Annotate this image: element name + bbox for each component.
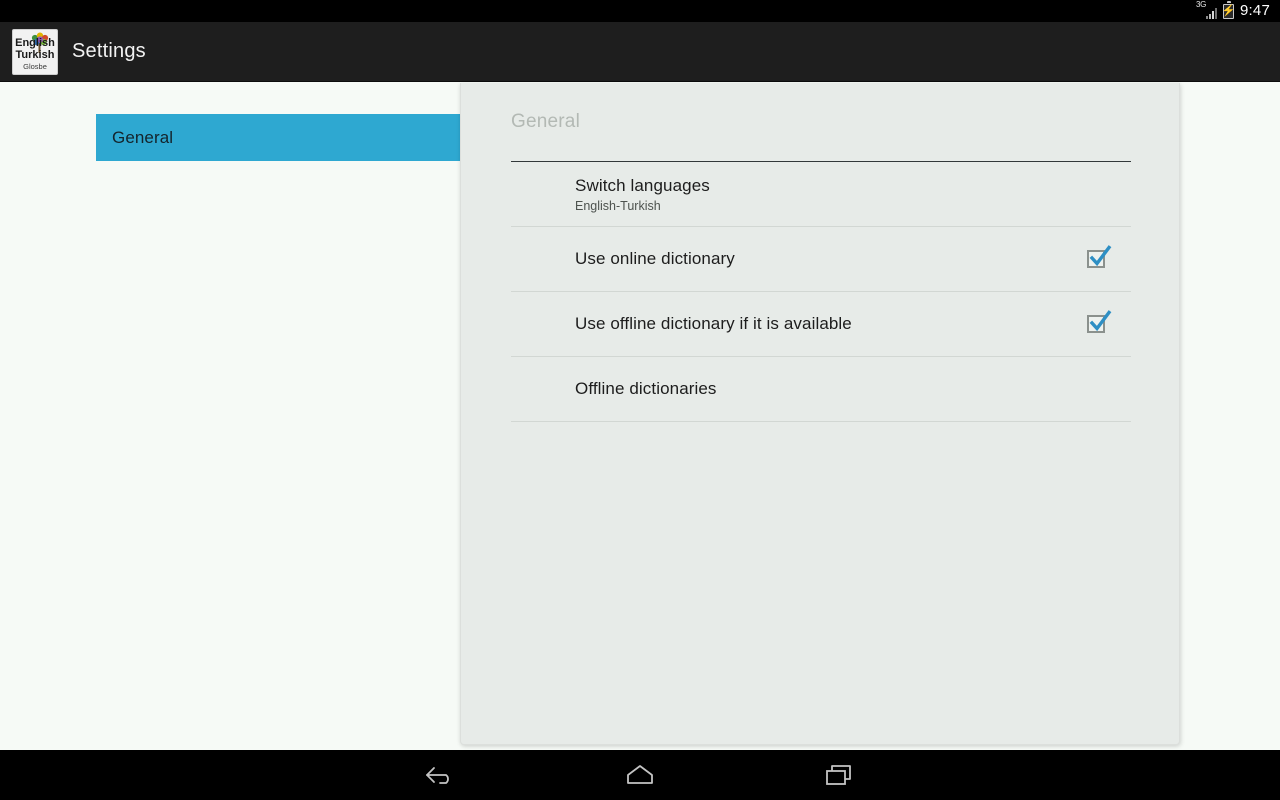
preference-title: Use offline dictionary if it is availabl… xyxy=(575,314,852,333)
preference-panel-title: General xyxy=(511,111,580,132)
status-bar-clock: 9:47 xyxy=(1240,2,1270,19)
preference-text-block: Use online dictionary xyxy=(575,249,735,269)
back-arrow-glyph xyxy=(426,767,449,784)
action-bar: English Turkish Glosbe Settings xyxy=(0,22,1280,82)
app-logo-icon[interactable]: English Turkish Glosbe xyxy=(12,28,58,75)
app-logo-line3: Glosbe xyxy=(23,61,47,71)
back-icon[interactable] xyxy=(404,750,476,800)
content-area: General General Switch languages English… xyxy=(0,83,1280,750)
status-bar-right: 3G ⚡ 9:47 xyxy=(1196,0,1270,22)
home-glyph xyxy=(627,765,653,784)
settings-header-list: General xyxy=(0,83,476,750)
charging-bolt-glyph: ⚡ xyxy=(1221,4,1236,17)
preference-row-offline-dictionaries[interactable]: Offline dictionaries xyxy=(511,357,1131,422)
checkmark-icon xyxy=(1089,310,1112,332)
app-logo-line2: Turkish xyxy=(15,48,55,61)
checkbox-use-online-dictionary[interactable] xyxy=(1087,245,1112,268)
checkmark-icon xyxy=(1089,245,1112,267)
navigation-bar xyxy=(0,750,1280,800)
preference-row-use-offline-dictionary[interactable]: Use offline dictionary if it is availabl… xyxy=(511,292,1131,357)
signal-strength-bars xyxy=(1206,8,1217,19)
page-title: Settings xyxy=(72,40,146,62)
preference-row-switch-languages[interactable]: Switch languages English-Turkish xyxy=(511,162,1131,227)
preference-list: Switch languages English-Turkish Use onl… xyxy=(511,162,1131,422)
sidebar-item-general[interactable]: General xyxy=(96,114,476,161)
preference-text-block: Use offline dictionary if it is availabl… xyxy=(575,314,852,334)
preference-text-block: Switch languages English-Turkish xyxy=(575,176,710,213)
recents-icon[interactable] xyxy=(804,750,876,800)
app-logo-line1: English xyxy=(15,36,55,49)
signal-bars-icon: 3G xyxy=(1196,0,1217,19)
preference-title: Switch languages xyxy=(575,175,710,195)
preference-title: Offline dictionaries xyxy=(575,379,717,398)
preference-summary: English-Turkish xyxy=(575,198,661,213)
sidebar-item-label: General xyxy=(112,127,174,147)
home-icon[interactable] xyxy=(604,750,676,800)
checkbox-use-offline-dictionary[interactable] xyxy=(1087,310,1112,333)
preference-title: Use online dictionary xyxy=(575,249,735,268)
battery-charging-icon: ⚡ xyxy=(1221,0,1236,19)
preference-text-block: Offline dictionaries xyxy=(575,379,717,399)
preference-panel: General Switch languages English-Turkish… xyxy=(460,83,1180,745)
device-screen: 3G ⚡ 9:47 English Turkish Glosbe Setting… xyxy=(0,0,1280,800)
network-type-label: 3G xyxy=(1196,0,1207,9)
preference-row-use-online-dictionary[interactable]: Use online dictionary xyxy=(511,227,1131,292)
recent-apps-glyph xyxy=(826,765,851,785)
status-bar: 3G ⚡ 9:47 xyxy=(0,0,1280,22)
